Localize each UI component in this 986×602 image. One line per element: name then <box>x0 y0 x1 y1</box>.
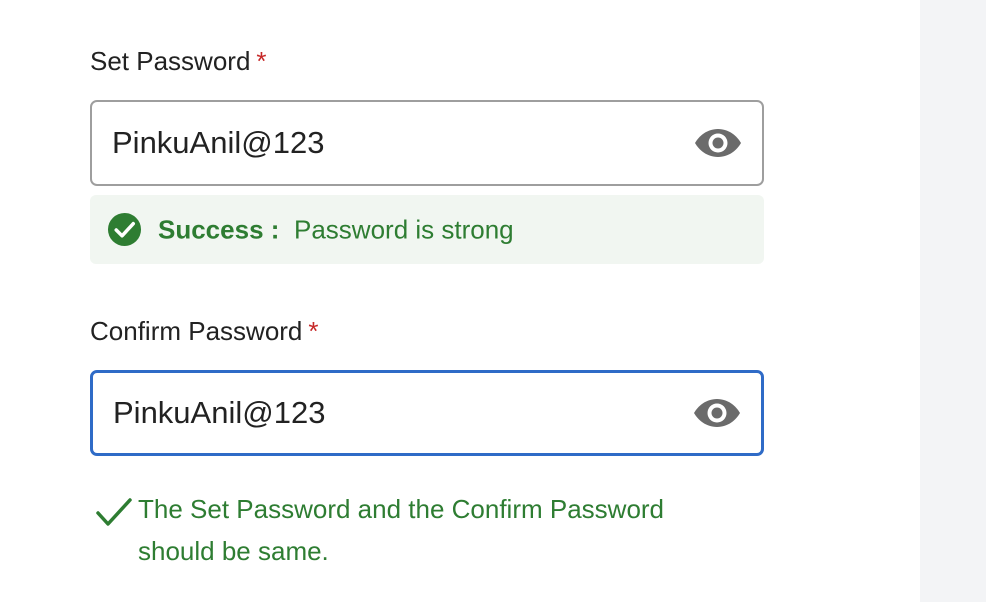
set-password-value[interactable]: PinkuAnil@123 <box>112 125 324 161</box>
confirm-password-label-text: Confirm Password <box>90 316 303 346</box>
side-panel <box>920 0 986 602</box>
password-form: Set Password * PinkuAnil@123 Success : Pa… <box>0 0 986 602</box>
set-password-field[interactable]: PinkuAnil@123 <box>90 100 764 186</box>
checkmark-icon <box>96 498 132 526</box>
password-strength-banner: Success : Password is strong <box>90 195 764 264</box>
confirm-password-field[interactable]: PinkuAnil@123 <box>90 370 764 456</box>
set-password-label-text: Set Password <box>90 46 251 76</box>
success-message: Password is strong <box>294 214 514 244</box>
confirm-password-value[interactable]: PinkuAnil@123 <box>113 395 325 431</box>
confirm-password-label: Confirm Password * <box>90 316 319 347</box>
eye-icon[interactable] <box>693 396 741 430</box>
required-asterisk: * <box>256 46 267 76</box>
required-asterisk: * <box>308 316 319 346</box>
success-status-label: Success : <box>158 214 280 244</box>
eye-icon[interactable] <box>694 126 742 160</box>
set-password-label: Set Password * <box>90 46 267 77</box>
check-circle-icon <box>107 212 142 247</box>
password-match-message: The Set Password and the Confirm Passwor… <box>138 494 665 566</box>
